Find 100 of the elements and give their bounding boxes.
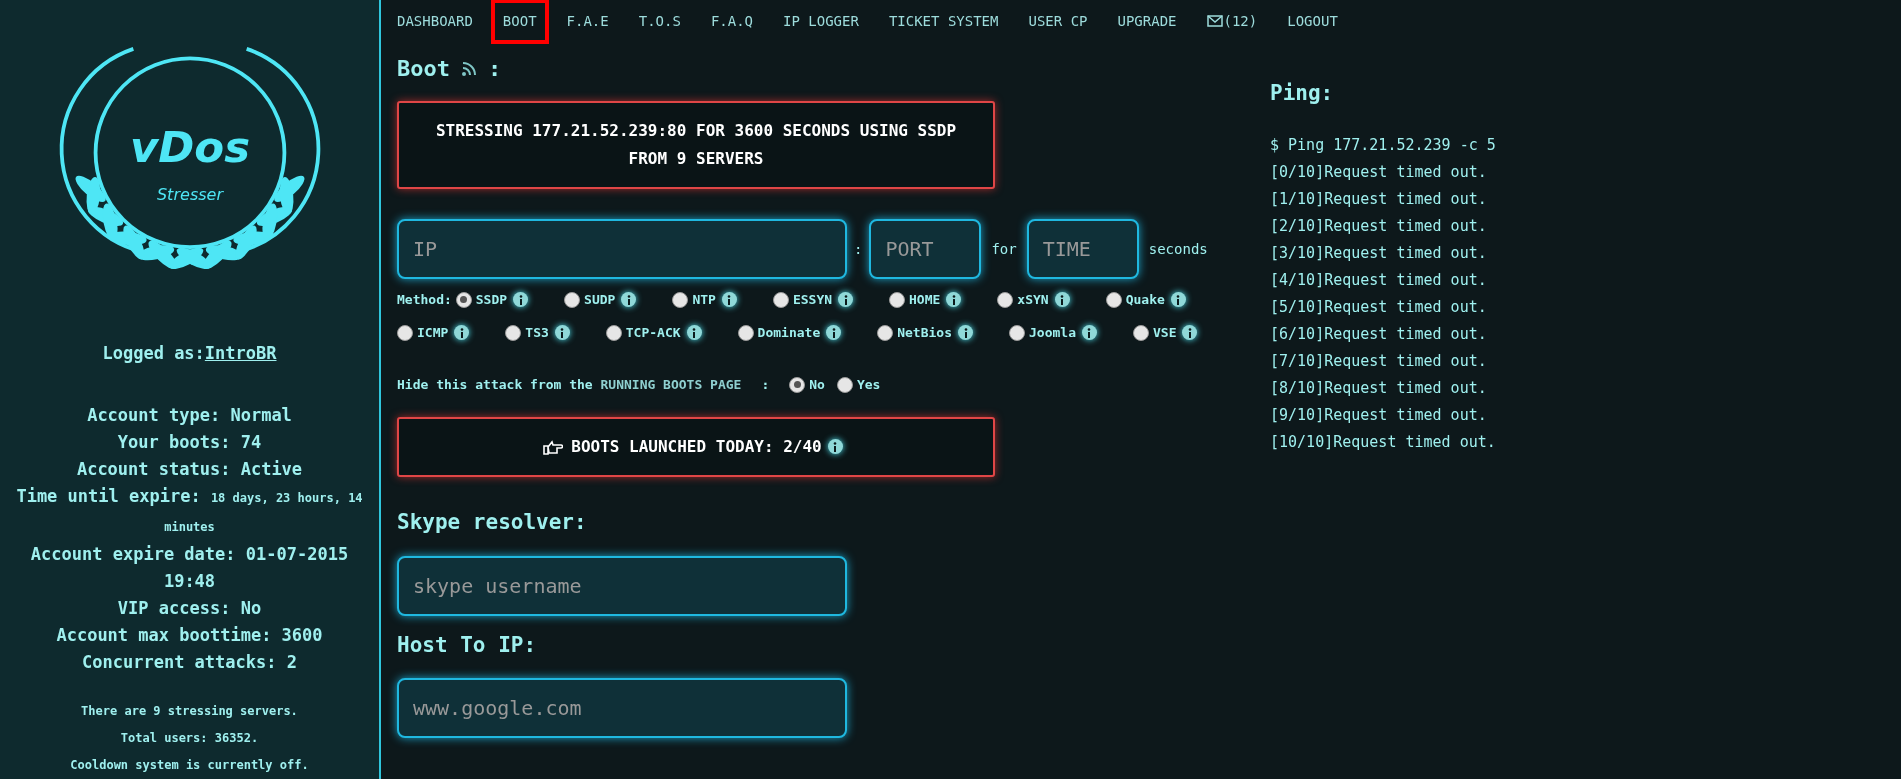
hostname-field[interactable]: www.google.com	[397, 677, 847, 738]
hide-option[interactable]: No	[809, 375, 825, 395]
skype-username-field[interactable]: skype username	[397, 556, 847, 616]
hide-option[interactable]: Yes	[856, 375, 881, 395]
account-stat: Account type: Normal	[87, 404, 292, 427]
nav-link[interactable]: TICKET SYSTEM	[880, 2, 1007, 40]
method-option[interactable]: Quake	[1125, 283, 1165, 316]
method-option[interactable]: ICMP	[417, 316, 449, 349]
method-label: Method:	[397, 291, 452, 309]
nav-link[interactable]: F.A.Q	[702, 2, 762, 40]
radio-button[interactable]	[877, 324, 894, 341]
method-option[interactable]: TS3	[525, 316, 549, 349]
info-icon[interactable]	[1054, 292, 1070, 307]
nav-link[interactable]: LOGOUT	[1279, 2, 1346, 40]
info-icon[interactable]	[838, 292, 854, 307]
ping-output-line: [2/10]Request timed out.	[1270, 215, 1488, 237]
server-note: Cooldown system is currently off.	[70, 757, 309, 774]
ping-output-line: [3/10]Request timed out.	[1270, 242, 1488, 264]
ping-output-line: [10/10]Request timed out.	[1270, 431, 1496, 453]
ping-output-line: [0/10]Request timed out.	[1270, 161, 1488, 183]
for-label: for	[991, 239, 1017, 259]
username-link[interactable]: IntroBR	[204, 340, 277, 366]
info-icon[interactable]	[827, 439, 843, 454]
rss-icon	[462, 61, 476, 76]
running-boots-link[interactable]: RUNNING BOOTS PAGE	[600, 375, 742, 395]
radio-button[interactable]	[397, 324, 413, 341]
radio-button[interactable]	[564, 291, 581, 308]
info-icon[interactable]	[1170, 292, 1186, 307]
radio-button[interactable]	[1105, 291, 1122, 308]
info-icon[interactable]	[454, 325, 470, 340]
ping-output-line: [7/10]Request timed out.	[1270, 350, 1488, 372]
status-banner: STRESSING 177.21.52.239:80 FOR 3600 SECONDS USING SSDP FROM 9 SERVERS	[397, 101, 995, 189]
nav-link[interactable]: T.O.S	[630, 2, 689, 40]
ping-output-line: [4/10]Request timed out.	[1270, 269, 1488, 291]
method-option[interactable]: HOME	[909, 283, 941, 316]
account-stat: Account max boottime: 3600	[56, 624, 323, 647]
boots-launched-button[interactable]: BOOTS LAUNCHED TODAY: 2/40	[397, 416, 995, 477]
radio-button[interactable]	[505, 324, 522, 341]
radio-button[interactable]	[789, 376, 806, 393]
logo-title: vDos	[129, 122, 250, 173]
method-option[interactable]: VSE	[1153, 316, 1177, 349]
server-note: There are 9 stressing servers.	[81, 703, 298, 720]
boot-heading: Boot	[397, 55, 450, 83]
info-icon[interactable]	[958, 325, 973, 340]
hide-attack-label: Hide this attack from the	[397, 376, 594, 394]
account-stat: Account expire date: 01-07-2015 19:48	[29, 543, 350, 593]
separator-colon: :	[854, 239, 863, 259]
info-icon[interactable]	[554, 325, 570, 340]
logged-as-label: Logged as:	[102, 341, 205, 365]
nav-link[interactable]: UPGRADE	[1109, 2, 1185, 40]
method-option[interactable]: NTP	[692, 283, 716, 316]
ping-command: $ Ping 177.21.52.239 -c 5	[1270, 134, 1496, 156]
radio-button[interactable]	[889, 291, 906, 308]
info-icon[interactable]	[826, 325, 842, 340]
info-icon[interactable]	[1082, 325, 1097, 340]
ping-output-line: [1/10]Request timed out.	[1270, 188, 1488, 210]
method-option[interactable]: NetBios	[897, 316, 952, 349]
account-stat: Account status: Active	[76, 458, 303, 481]
method-option[interactable]: ESSYN	[792, 283, 833, 316]
radio-button[interactable]	[997, 291, 1014, 308]
account-stat: VIP access: No	[117, 597, 262, 620]
method-option[interactable]: xSYN	[1017, 283, 1049, 316]
radio-button[interactable]	[1009, 324, 1025, 341]
server-note: Total users: 36352.	[120, 730, 259, 747]
method-option[interactable]: SSDP	[475, 283, 508, 316]
nav-link[interactable]: DASHBOARD	[389, 2, 481, 40]
info-icon[interactable]	[721, 292, 737, 307]
method-option[interactable]: TCP-ACK	[625, 316, 681, 349]
pointing-hand-icon	[543, 438, 564, 455]
method-option[interactable]: SUDP	[584, 283, 616, 316]
radio-button[interactable]	[737, 324, 754, 341]
seconds-label: seconds	[1148, 239, 1208, 259]
radio-button[interactable]	[1133, 324, 1149, 341]
info-icon[interactable]	[621, 292, 637, 307]
info-icon[interactable]	[513, 292, 529, 307]
account-stat: Your boots: 74	[117, 431, 262, 454]
ping-heading: Ping:	[1270, 80, 1335, 107]
radio-button[interactable]	[605, 324, 622, 341]
logo-subtitle: Stresser	[156, 184, 223, 204]
nav-link[interactable]: IP LOGGER	[775, 2, 867, 40]
radio-button[interactable]	[836, 376, 853, 393]
info-icon[interactable]	[946, 292, 962, 307]
account-stat: Time until expire: 18 days, 23 hours, 14 minutes	[15, 485, 364, 536]
info-icon[interactable]	[1182, 325, 1198, 340]
ip-field[interactable]: IP	[397, 219, 847, 279]
time-field[interactable]: TIME	[1026, 219, 1139, 279]
radio-button[interactable]	[672, 291, 689, 308]
ping-output-line: [6/10]Request timed out.	[1270, 323, 1488, 345]
method-option[interactable]: Joomla	[1029, 316, 1076, 349]
port-field[interactable]: PORT	[869, 219, 982, 279]
method-option[interactable]: Dominate	[757, 316, 821, 349]
info-icon[interactable]	[686, 325, 702, 340]
nav-link[interactable]: USER CP	[1020, 2, 1096, 40]
boot-colon: :	[488, 55, 502, 83]
radio-button[interactable]	[772, 291, 789, 308]
messages-link[interactable]: (12)	[1198, 2, 1266, 40]
nav-link[interactable]: F.A.E	[558, 2, 617, 40]
mail-icon	[1206, 15, 1223, 27]
radio-button[interactable]	[455, 291, 472, 308]
skype-heading: Skype resolver:	[397, 508, 588, 536]
